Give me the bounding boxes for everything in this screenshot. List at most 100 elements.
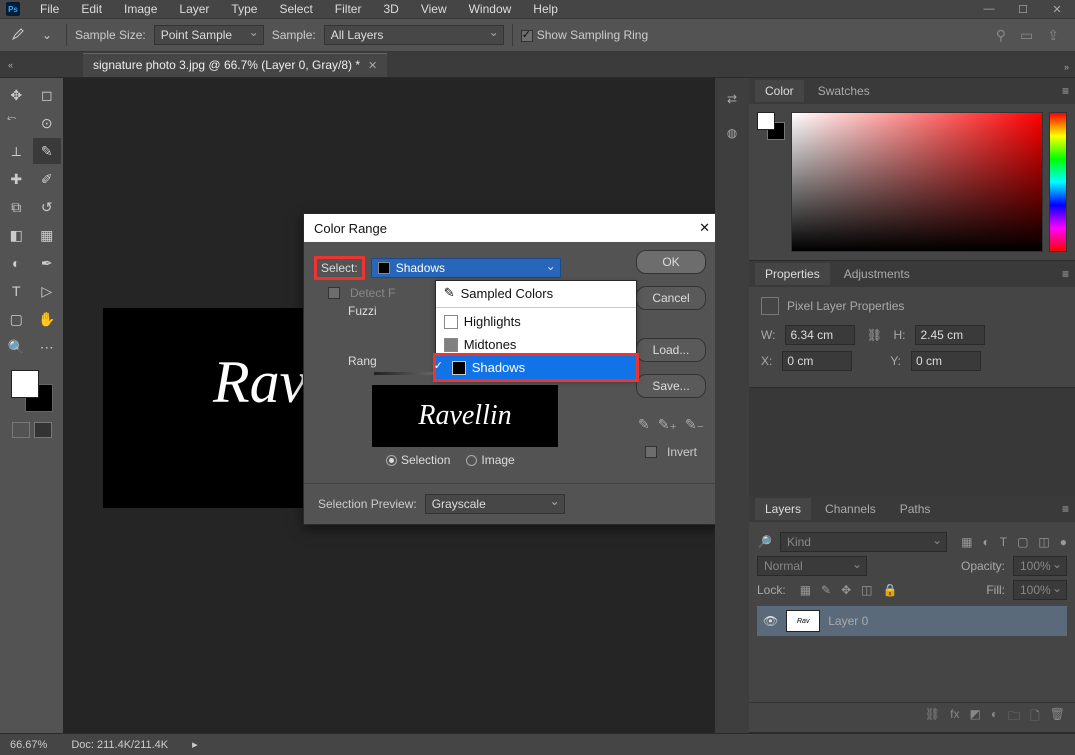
screenmode-icon[interactable] xyxy=(34,422,52,438)
color-fgbg-swatch[interactable] xyxy=(757,112,785,140)
menu-type[interactable]: Type xyxy=(221,0,267,18)
canvas[interactable]: Ravellin Color Range ✕ Select: xyxy=(63,78,715,733)
dock-cc-icon[interactable]: ◍ xyxy=(727,126,737,140)
menu-3d[interactable]: 3D xyxy=(373,0,408,18)
document-close-icon[interactable]: ✕ xyxy=(368,59,377,72)
dock-history-icon[interactable]: ⇄ xyxy=(727,92,737,106)
menu-edit[interactable]: Edit xyxy=(71,0,112,18)
crop-tool[interactable]: ⟂ xyxy=(2,138,31,164)
properties-panel-menu-icon[interactable]: ≡ xyxy=(1062,267,1069,281)
eyedropper-sample-icon[interactable]: ✎ xyxy=(638,416,650,433)
quickmask-icon[interactable] xyxy=(12,422,30,438)
invert-checkbox[interactable]: Invert xyxy=(645,445,697,459)
path-tool[interactable]: ▷ xyxy=(33,278,62,304)
maximize-button[interactable]: ☐ xyxy=(1011,3,1035,16)
minimize-button[interactable]: — xyxy=(977,3,1001,16)
layer-row[interactable]: 👁 Rav Layer 0 xyxy=(757,606,1067,636)
share-icon[interactable]: ⇪ xyxy=(1047,27,1059,44)
layer-visibility-icon[interactable]: 👁 xyxy=(763,614,778,628)
fill-field[interactable]: 100% xyxy=(1013,580,1067,600)
height-field[interactable] xyxy=(915,325,985,345)
shape-tool[interactable]: ▢ xyxy=(2,306,31,332)
filter-smart-icon[interactable]: ◫ xyxy=(1038,535,1049,549)
lock-pixels-icon[interactable]: ✎ xyxy=(821,583,831,597)
close-button[interactable]: ✕ xyxy=(1045,3,1069,16)
lock-all-icon[interactable]: 🔒 xyxy=(883,583,898,597)
layer-mask-icon[interactable]: ◩ xyxy=(970,707,981,728)
document-tab[interactable]: signature photo 3.jpg @ 66.7% (Layer 0, … xyxy=(83,53,387,77)
quick-select-tool[interactable]: ⊙ xyxy=(33,110,62,136)
sample-size-select[interactable]: Point Sample xyxy=(154,25,264,45)
blend-mode-select[interactable]: Normal xyxy=(757,556,867,576)
menu-filter[interactable]: Filter xyxy=(325,0,372,18)
lock-artboard-icon[interactable]: ◫ xyxy=(861,583,872,597)
dd-midtones[interactable]: Midtones xyxy=(436,333,636,356)
sample-select[interactable]: All Layers xyxy=(324,25,504,45)
hue-slider[interactable] xyxy=(1049,112,1067,252)
show-sampling-ring-checkbox[interactable]: Show Sampling Ring xyxy=(521,28,648,42)
select-combobox[interactable]: Shadows xyxy=(371,258,561,278)
selection-radio[interactable]: Selection xyxy=(386,453,450,467)
layer-style-icon[interactable]: fx xyxy=(950,707,959,728)
filter-shape-icon[interactable]: ▢ xyxy=(1017,535,1028,549)
menu-file[interactable]: File xyxy=(30,0,69,18)
save-button[interactable]: Save... xyxy=(636,374,706,398)
eyedropper-tool[interactable]: ✎ xyxy=(33,138,62,164)
collapse-left-icon[interactable]: « xyxy=(8,60,13,70)
edit-toolbar[interactable]: ⋯ xyxy=(33,334,62,360)
gradient-tool[interactable]: ▦ xyxy=(33,222,62,248)
layer-filter-select[interactable]: Kind xyxy=(780,532,947,552)
color-panel-menu-icon[interactable]: ≡ xyxy=(1062,84,1069,98)
eyedropper-subtract-icon[interactable]: ✎₋ xyxy=(685,416,704,433)
search-icon[interactable]: ⚲ xyxy=(996,27,1006,44)
dd-shadows[interactable]: Shadows xyxy=(436,356,636,379)
selection-preview-select[interactable]: Grayscale xyxy=(425,494,565,514)
menu-window[interactable]: Window xyxy=(459,0,522,18)
y-field[interactable] xyxy=(911,351,981,371)
lock-transparent-icon[interactable]: ▦ xyxy=(800,583,811,597)
brush-tool[interactable]: ✐ xyxy=(33,166,62,192)
adjustment-layer-icon[interactable]: ◐ xyxy=(991,707,998,728)
menu-image[interactable]: Image xyxy=(114,0,167,18)
dialog-close-icon[interactable]: ✕ xyxy=(699,220,710,236)
tab-channels[interactable]: Channels xyxy=(815,498,886,520)
menu-layer[interactable]: Layer xyxy=(169,0,219,18)
tab-properties[interactable]: Properties xyxy=(755,263,830,285)
layers-panel-menu-icon[interactable]: ≡ xyxy=(1062,502,1069,516)
clone-tool[interactable]: ⧉ xyxy=(2,194,31,220)
tab-paths[interactable]: Paths xyxy=(890,498,941,520)
detect-faces-checkbox[interactable] xyxy=(328,287,340,299)
workspace-icon[interactable]: ▭ xyxy=(1020,27,1033,44)
lasso-tool[interactable]: ⃔ xyxy=(2,110,31,136)
lock-position-icon[interactable]: ✥ xyxy=(841,583,851,597)
x-field[interactable] xyxy=(782,351,852,371)
dodge-tool[interactable]: ◐ xyxy=(2,250,31,276)
filter-type-icon[interactable]: T xyxy=(1000,535,1007,549)
opacity-field[interactable]: 100% xyxy=(1013,556,1067,576)
filter-toggle-icon[interactable]: ● xyxy=(1060,535,1067,549)
ok-button[interactable]: OK xyxy=(636,250,706,274)
collapse-right-icon[interactable]: » xyxy=(1064,62,1069,72)
filter-pixel-icon[interactable]: ▦ xyxy=(961,535,972,549)
menu-view[interactable]: View xyxy=(411,0,457,18)
tab-layers[interactable]: Layers xyxy=(755,498,811,520)
eraser-tool[interactable]: ◧ xyxy=(2,222,31,248)
group-icon[interactable]: 🗀 xyxy=(1008,707,1020,728)
healing-tool[interactable]: ✚ xyxy=(2,166,31,192)
cancel-button[interactable]: Cancel xyxy=(636,286,706,310)
move-tool[interactable]: ✥ xyxy=(2,82,31,108)
link-wh-icon[interactable]: ⛓ xyxy=(865,327,883,343)
foreground-background-swatch[interactable] xyxy=(9,368,55,414)
status-zoom[interactable]: 66.67% xyxy=(10,739,47,751)
eyedropper-add-icon[interactable]: ✎₊ xyxy=(658,416,677,433)
new-layer-icon[interactable]: 🗋 xyxy=(1030,707,1040,728)
link-layers-icon[interactable]: ⛓ xyxy=(925,707,940,728)
filter-adjust-icon[interactable]: ◐ xyxy=(982,535,989,549)
dropdown-caret-icon[interactable]: ⌄ xyxy=(36,24,58,46)
history-brush-tool[interactable]: ↺ xyxy=(33,194,62,220)
hand-tool[interactable]: ✋ xyxy=(33,306,62,332)
pen-tool[interactable]: ✒ xyxy=(33,250,62,276)
tab-color[interactable]: Color xyxy=(755,80,804,102)
saturation-picker[interactable] xyxy=(791,112,1043,252)
image-radio[interactable]: Image xyxy=(466,453,514,467)
